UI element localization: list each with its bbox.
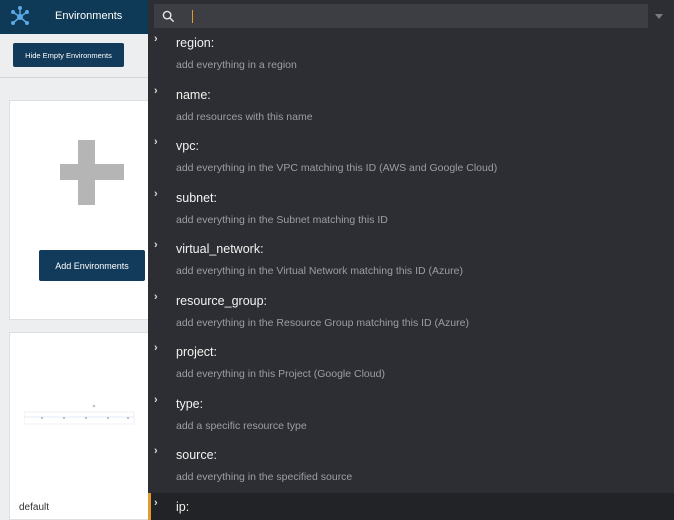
option-description: add everything in a region: [176, 59, 297, 71]
hide-empty-environments-button[interactable]: Hide Empty Environments: [13, 43, 124, 67]
filter-option-subnet[interactable]: › subnet: add everything in the Subnet m…: [148, 184, 674, 236]
filter-option-resource-group[interactable]: › resource_group: add everything in the …: [148, 287, 674, 339]
option-key: ip:: [176, 499, 190, 514]
chevron-down-icon[interactable]: [655, 14, 663, 19]
chevron-right-icon: ›: [154, 445, 158, 457]
chevron-right-icon: ›: [154, 342, 158, 354]
add-environment-card[interactable]: [9, 100, 150, 320]
option-key: name:: [176, 87, 211, 102]
option-key: type:: [176, 396, 204, 411]
search-bar[interactable]: [154, 4, 648, 28]
plus-icon-bar: [60, 164, 124, 180]
app-logo-icon[interactable]: [8, 5, 32, 29]
environment-thumbnail-graph: [24, 404, 135, 425]
chevron-right-icon: ›: [154, 393, 158, 406]
option-key: project:: [176, 345, 217, 359]
filter-option-source[interactable]: › source: add everything in the specifie…: [148, 441, 674, 493]
filter-option-ip[interactable]: › ip:: [148, 492, 674, 520]
text-cursor: [192, 10, 193, 23]
option-description: add everything in the specified source: [176, 471, 353, 483]
option-description: add everything in this Project (Google C…: [176, 368, 385, 380]
option-key: resource_group:: [176, 293, 268, 308]
filter-option-name[interactable]: › name: add resources with this name: [148, 81, 674, 133]
add-environments-button[interactable]: Add Environments: [39, 250, 145, 281]
search-icon: [162, 10, 175, 23]
option-key: virtual_network:: [176, 242, 264, 256]
option-description: add everything in the Virtual Network ma…: [176, 265, 463, 277]
chevron-right-icon: ›: [154, 290, 158, 303]
option-description: add everything in the Subnet matching th…: [176, 213, 388, 226]
page-title: Environments: [55, 10, 123, 22]
chevron-right-icon: ›: [154, 84, 158, 97]
active-indicator: [148, 492, 151, 520]
chevron-right-icon: ›: [154, 136, 158, 148]
filter-option-vpc[interactable]: › vpc: add everything in the VPC matchin…: [148, 132, 674, 184]
option-key: subnet:: [176, 190, 218, 205]
environment-card-label: default: [19, 502, 50, 513]
chevron-right-icon: ›: [154, 496, 158, 509]
option-key: source:: [176, 448, 217, 462]
filter-option-project[interactable]: › project: add everything in this Projec…: [148, 338, 674, 390]
option-description: add resources with this name: [176, 110, 313, 123]
filter-options-list: › region: add everything in a region › n…: [148, 29, 674, 520]
chevron-right-icon: ›: [154, 239, 158, 251]
chevron-right-icon: ›: [154, 187, 158, 200]
option-description: add a specific resource type: [176, 419, 307, 432]
chevron-right-icon: ›: [154, 33, 158, 45]
option-key: vpc:: [176, 139, 199, 153]
option-description: add everything in the Resource Group mat…: [176, 316, 469, 329]
filter-option-virtual-network[interactable]: › virtual_network: add everything in the…: [148, 235, 674, 287]
search-filter-dropdown: › region: add everything in a region › n…: [148, 0, 674, 520]
option-key: region:: [176, 36, 215, 50]
search-input[interactable]: [198, 6, 638, 26]
divider: [0, 77, 150, 78]
filter-option-type[interactable]: › type: add a specific resource type: [148, 390, 674, 442]
option-description: add everything in the VPC matching this …: [176, 162, 498, 174]
filter-option-region[interactable]: › region: add everything in a region: [148, 29, 674, 81]
